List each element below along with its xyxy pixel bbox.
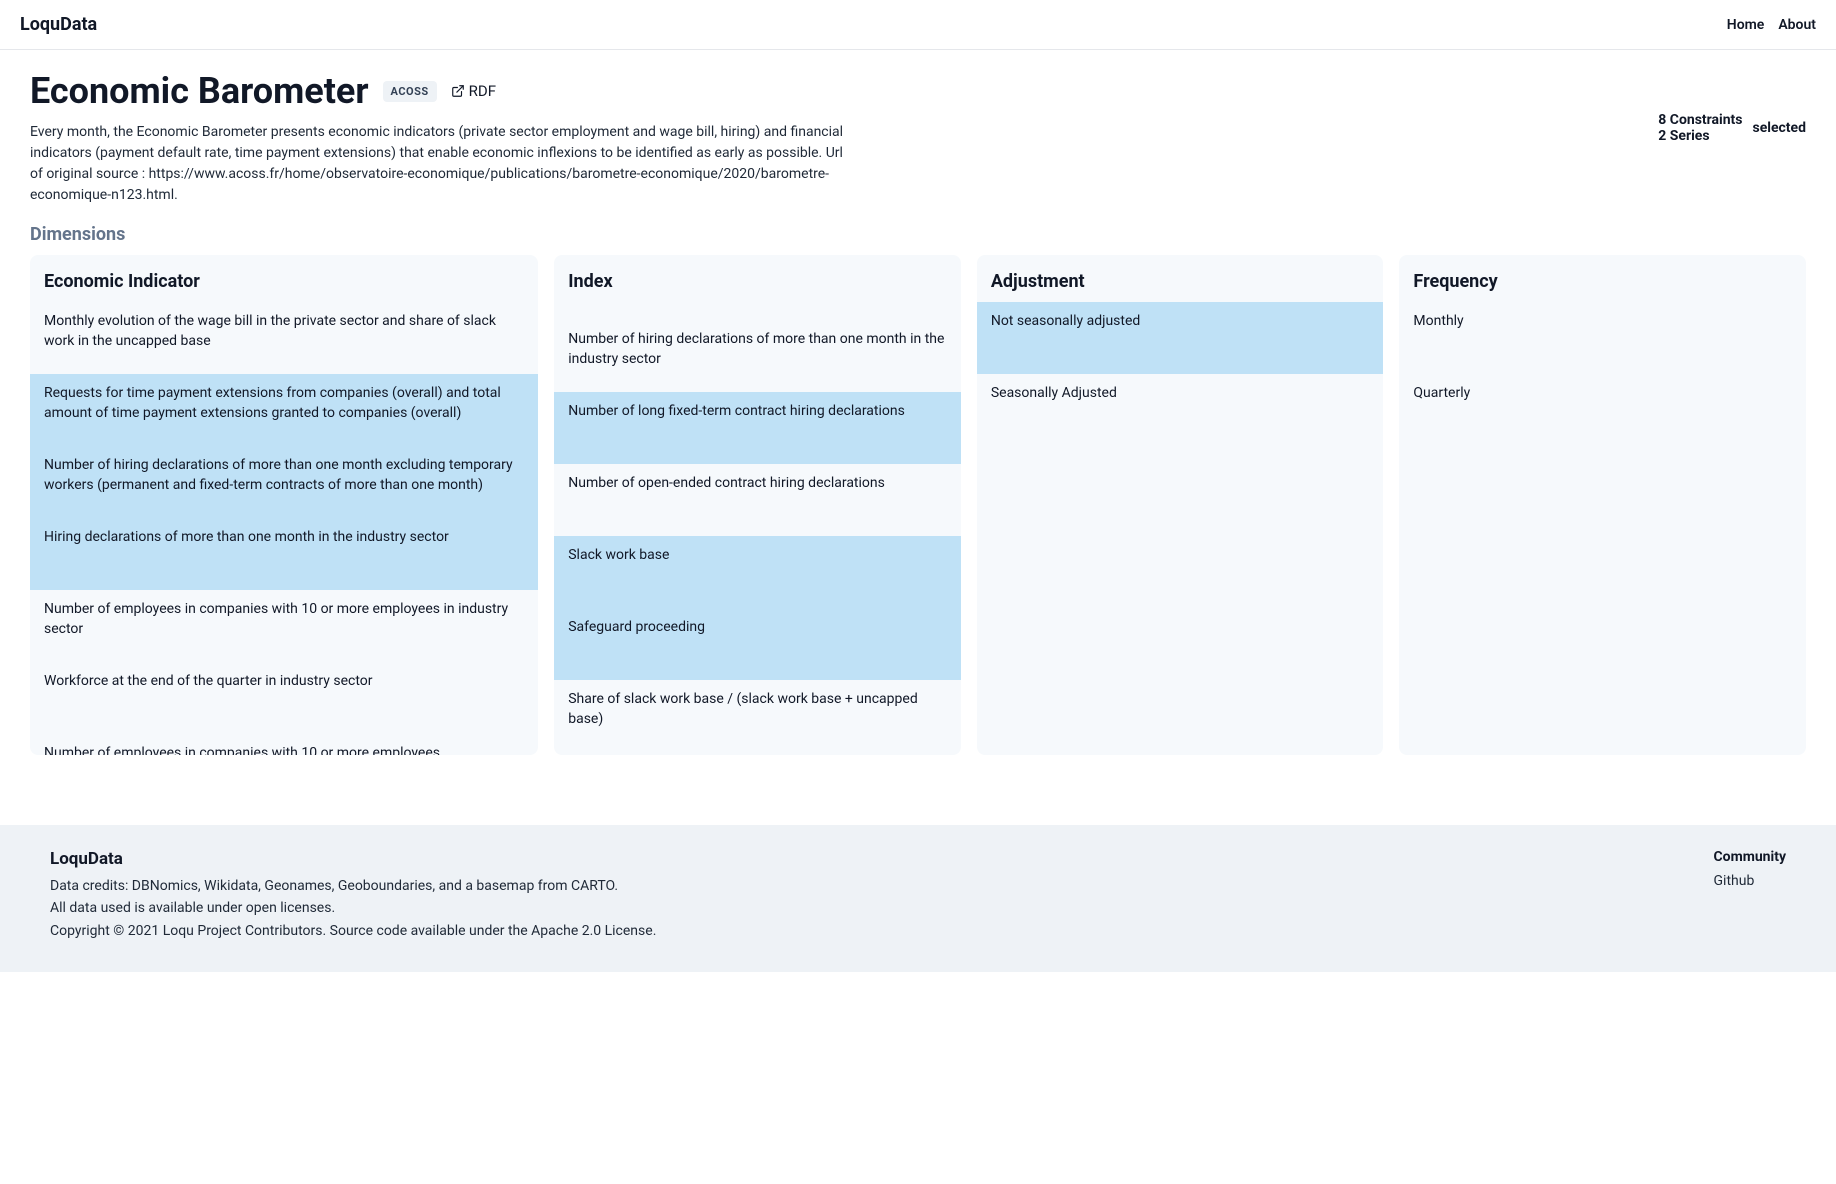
dimension-adjustment: Adjustment Not seasonally adjustedSeason… xyxy=(977,255,1384,755)
footer-left: LoquData Data credits: DBNomics, Wikidat… xyxy=(50,849,656,942)
list-item[interactable]: Monthly xyxy=(1399,302,1806,374)
footer: LoquData Data credits: DBNomics, Wikidat… xyxy=(0,825,1836,972)
footer-copyright: Copyright © 2021 Loqu Project Contributo… xyxy=(50,920,656,942)
dimension-list[interactable]: Not seasonally adjustedSeasonally Adjust… xyxy=(977,302,1384,755)
page-description: Every month, the Economic Barometer pres… xyxy=(30,122,850,206)
list-item[interactable]: Seasonally Adjusted xyxy=(977,374,1384,446)
dimensions-grid: Economic Indicator Monthly evolution of … xyxy=(30,255,1806,755)
footer-credits: Data credits: DBNomics, Wikidata, Geonam… xyxy=(50,875,656,897)
list-item[interactable]: Quarterly xyxy=(1399,374,1806,446)
series-count: 2 Series xyxy=(1658,128,1742,144)
nav-home[interactable]: Home xyxy=(1727,17,1765,33)
rdf-label: RDF xyxy=(469,82,496,100)
page-title: Economic Barometer xyxy=(30,70,369,112)
list-item[interactable]: Number of hiring declarations of more th… xyxy=(30,446,538,518)
top-nav: Home About xyxy=(1727,17,1816,33)
selection-summary: 8 Constraints 2 Series selected xyxy=(1658,112,1806,144)
nav-about[interactable]: About xyxy=(1778,17,1816,33)
dimension-title: Index xyxy=(554,267,961,302)
title-row: Economic Barometer ACOSS RDF xyxy=(30,70,1806,112)
external-link-icon xyxy=(451,84,465,98)
topbar: LoquData Home About xyxy=(0,0,1836,50)
list-item[interactable]: Slack work base xyxy=(554,536,961,608)
brand-logo[interactable]: LoquData xyxy=(20,14,97,35)
footer-brand: LoquData xyxy=(50,849,656,869)
list-item[interactable]: Share of slack work base / (slack work b… xyxy=(554,680,961,752)
list-item[interactable]: Number of open-ended contract hiring dec… xyxy=(554,464,961,536)
dimension-list[interactable]: Number of hiring declarations of more th… xyxy=(554,302,961,755)
footer-license: All data used is available under open li… xyxy=(50,897,656,919)
selected-label: selected xyxy=(1753,120,1807,136)
dimension-title: Economic Indicator xyxy=(30,267,538,302)
list-item[interactable]: Requests for time payment extensions fro… xyxy=(30,374,538,446)
dimension-list[interactable]: MonthlyQuarterly xyxy=(1399,302,1806,755)
rdf-link[interactable]: RDF xyxy=(451,82,496,100)
community-title: Community xyxy=(1714,849,1787,865)
dimension-title: Frequency xyxy=(1399,267,1806,302)
footer-right: Community Github xyxy=(1714,849,1787,942)
list-item[interactable]: Not seasonally adjusted xyxy=(977,302,1384,374)
dimension-frequency: Frequency MonthlyQuarterly xyxy=(1399,255,1806,755)
dimension-economic-indicator: Economic Indicator Monthly evolution of … xyxy=(30,255,538,755)
dimension-list[interactable]: Monthly evolution of the wage bill in th… xyxy=(30,302,538,755)
list-item[interactable]: Monthly evolution of the wage bill in th… xyxy=(30,302,538,374)
dimensions-title: Dimensions xyxy=(30,224,1806,245)
dimension-title: Adjustment xyxy=(977,267,1384,302)
selection-counts: 8 Constraints 2 Series xyxy=(1658,112,1742,144)
list-item[interactable]: Hiring declarations of more than one mon… xyxy=(30,518,538,590)
provider-badge: ACOSS xyxy=(383,81,437,102)
constraints-count: 8 Constraints xyxy=(1658,112,1742,128)
list-item[interactable]: Number of employees in companies with 10… xyxy=(30,734,538,755)
list-item[interactable]: Safeguard proceeding xyxy=(554,608,961,680)
dimension-index: Index Number of hiring declarations of m… xyxy=(554,255,961,755)
github-link[interactable]: Github xyxy=(1714,873,1755,889)
list-item[interactable]: Number of hiring declarations of more th… xyxy=(554,320,961,392)
list-item[interactable]: Number of employees in companies with 10… xyxy=(30,590,538,662)
list-item[interactable]: Number of long fixed-term contract hirin… xyxy=(554,392,961,464)
list-item[interactable]: Workforce at the end of the quarter in i… xyxy=(30,662,538,734)
main-content: Economic Barometer ACOSS RDF 8 Constrain… xyxy=(0,50,1836,785)
